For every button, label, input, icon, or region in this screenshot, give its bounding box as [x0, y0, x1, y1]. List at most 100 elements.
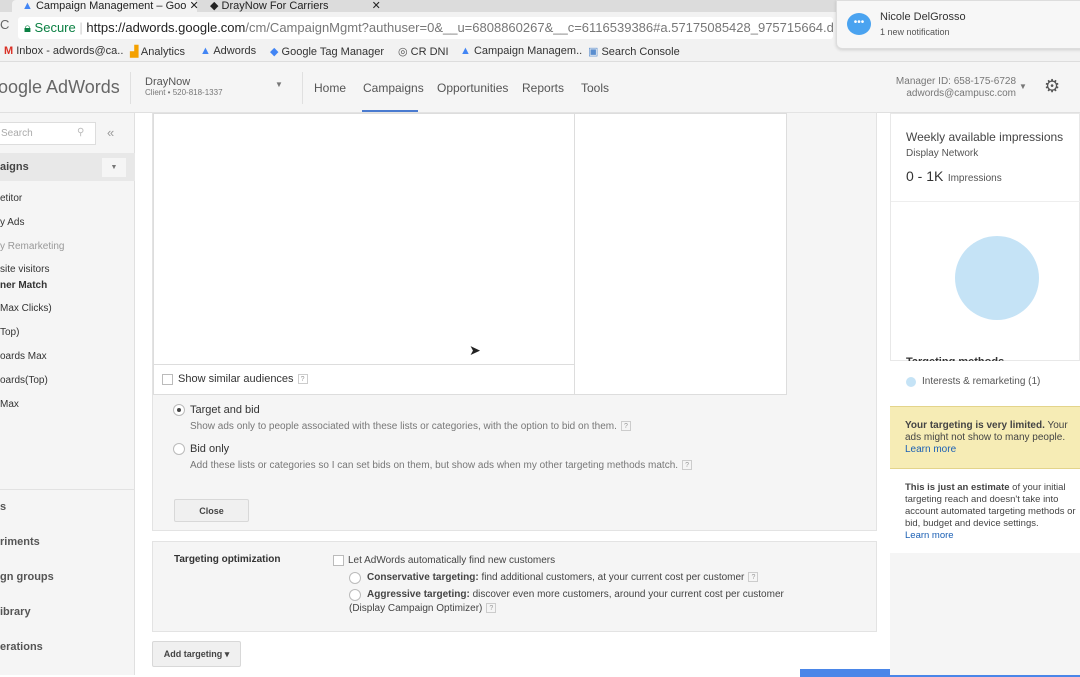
- chevron-down-icon[interactable]: ▼: [102, 158, 126, 177]
- learn-more-link[interactable]: Learn more: [905, 444, 956, 455]
- messages-icon: •••: [847, 13, 871, 35]
- tab-label: Campaign Management – Goo: [35, 0, 187, 12]
- account-email: adwords@campusc.com: [906, 88, 1016, 99]
- sidebar-campaign-item[interactable]: y Remarketing: [0, 241, 64, 252]
- campaigns-section-header[interactable]: aigns ▼: [0, 153, 135, 181]
- tab-draynow[interactable]: ◆ DrayNow For Carriers ✕: [200, 0, 385, 12]
- reload-icon[interactable]: C: [0, 17, 9, 32]
- close-button[interactable]: Close: [174, 499, 249, 522]
- sidebar-campaign-item-active[interactable]: ner Match: [0, 280, 47, 291]
- bookmark-cr-dni[interactable]: ◎ CR DNI: [398, 45, 449, 58]
- sidebar-link-experiments[interactable]: riments: [0, 536, 40, 548]
- bookmark-campaign-management[interactable]: ▲ Campaign Managem..: [460, 45, 582, 57]
- conservative-targeting-label: Conservative targeting: find additional …: [367, 572, 759, 583]
- reach-panel: Weekly available impressions Display Net…: [890, 113, 1080, 675]
- sidebar-campaign-item[interactable]: oards(Top): [0, 375, 48, 386]
- sidebar-campaign-item[interactable]: Top): [0, 327, 19, 338]
- targeting-optimization-panel: Targeting optimization Let AdWords autom…: [152, 541, 877, 632]
- nav-campaigns[interactable]: Campaigns: [363, 81, 424, 95]
- lock-icon: 🔒︎: [24, 20, 31, 35]
- help-icon[interactable]: ?: [297, 374, 308, 385]
- draynow-icon: ◆: [210, 0, 219, 12]
- sidebar-link-library[interactable]: ibrary: [0, 606, 31, 618]
- url-bar[interactable]: 🔒︎ Secure | https://adwords.google.com/c…: [18, 17, 833, 39]
- account-info[interactable]: Manager ID: 658-175-6728 adwords@campusc…: [896, 76, 1016, 100]
- sidebar: Search ⚲ « aigns ▼ etitor y Ads y Remark…: [0, 113, 135, 675]
- target-and-bid-desc: Show ads only to people associated with …: [190, 421, 631, 432]
- adwords-icon: ▲: [22, 0, 33, 12]
- notification-title: Nicole DelGrosso: [880, 11, 966, 23]
- nav-opportunities[interactable]: Opportunities: [437, 81, 508, 95]
- notification-popup[interactable]: ••• Nicole DelGrosso 1 new notification: [836, 0, 1080, 49]
- manager-id: Manager ID: 658-175-6728: [895, 76, 1016, 87]
- selected-audiences-box: [574, 113, 787, 395]
- adwords-header: oogle AdWords DrayNow Client • 520-818-1…: [0, 62, 1080, 113]
- sidebar-campaign-item[interactable]: site visitors: [0, 264, 49, 275]
- sidebar-link[interactable]: s: [0, 501, 6, 513]
- chevron-down-icon: ▼: [275, 80, 283, 89]
- secure-label: Secure: [34, 20, 76, 35]
- notification-subtitle: 1 new notification: [880, 27, 950, 37]
- limited-targeting-warning: Your targeting is very limited. Your ads…: [890, 406, 1080, 469]
- divider: [0, 489, 135, 490]
- nav-reports[interactable]: Reports: [522, 81, 564, 95]
- sidebar-campaign-item[interactable]: y Ads: [0, 217, 24, 228]
- impressions-range: 0 - 1K Impressions: [906, 168, 1002, 184]
- main-content: Show similar audiences? Target and bid S…: [135, 112, 1080, 677]
- show-similar-checkbox[interactable]: [162, 374, 173, 385]
- help-icon[interactable]: ?: [620, 421, 631, 432]
- conservative-targeting-radio[interactable]: [349, 572, 361, 584]
- show-similar-label: Show similar audiences?: [178, 373, 308, 385]
- tab-campaign-management[interactable]: ▲ Campaign Management – Goo ✕: [12, 0, 199, 12]
- account-sub: Client • 520-818-1337: [145, 88, 223, 97]
- nav-tools[interactable]: Tools: [581, 81, 609, 95]
- weekly-impressions-title: Weekly available impressions: [906, 130, 1064, 144]
- sidebar-link-operations[interactable]: erations: [0, 641, 43, 653]
- audience-list-box[interactable]: [153, 113, 575, 365]
- auto-find-customers-checkbox[interactable]: [333, 555, 344, 566]
- chevron-down-icon[interactable]: ▼: [1019, 82, 1027, 91]
- bid-only-label: Bid only: [190, 443, 230, 455]
- bookmark-search-console[interactable]: ▣ Search Console: [588, 45, 680, 58]
- targeting-optimization-title: Targeting optimization: [174, 554, 281, 565]
- aggressive-targeting-radio[interactable]: [349, 589, 361, 601]
- sidebar-campaign-item[interactable]: Max: [0, 399, 19, 410]
- reach-circle: [955, 236, 1039, 320]
- sidebar-campaign-item[interactable]: Max Clicks): [0, 303, 52, 314]
- auto-find-customers-label: Let AdWords automatically find new custo…: [348, 555, 556, 566]
- sidebar-search-input[interactable]: Search ⚲: [0, 122, 96, 145]
- bid-only-radio[interactable]: [173, 443, 185, 455]
- help-icon[interactable]: ?: [748, 572, 759, 583]
- sidebar-campaign-item[interactable]: oards Max: [0, 351, 47, 362]
- bookmark-adwords[interactable]: ▲ Adwords: [200, 45, 256, 57]
- mouse-cursor-icon: ➤: [469, 342, 481, 358]
- sidebar-campaign-item[interactable]: etitor: [0, 193, 22, 204]
- gear-icon[interactable]: ⚙: [1044, 76, 1060, 97]
- learn-more-link[interactable]: Learn more: [905, 530, 954, 541]
- targeting-method-item: Interests & remarketing (1): [922, 376, 1041, 387]
- adwords-logo[interactable]: oogle AdWords: [0, 77, 120, 98]
- target-and-bid-radio[interactable]: [173, 404, 185, 416]
- bid-only-desc: Add these lists or categories so I can s…: [190, 460, 693, 471]
- account-name: DrayNow: [145, 76, 191, 88]
- bookmark-inbox[interactable]: M Inbox - adwords@ca..: [4, 45, 123, 57]
- sidebar-link-campaign-groups[interactable]: gn groups: [0, 571, 54, 583]
- network-label: Display Network: [906, 148, 979, 159]
- audience-panel: Show similar audiences? Target and bid S…: [152, 112, 877, 531]
- collapse-sidebar-button[interactable]: «: [107, 125, 114, 140]
- nav-home[interactable]: Home: [314, 81, 346, 95]
- add-targeting-button[interactable]: Add targeting ▾: [152, 641, 241, 667]
- legend-dot: [906, 377, 916, 387]
- section-label: aigns: [0, 161, 29, 173]
- aggressive-targeting-label: Aggressive targeting: discover even more…: [367, 589, 784, 600]
- search-placeholder: Search: [1, 128, 33, 139]
- tab-label: DrayNow For Carriers: [221, 0, 329, 12]
- aggressive-targeting-label-cont: (Display Campaign Optimizer)?: [349, 603, 497, 614]
- account-selector[interactable]: DrayNow Client • 520-818-1337 ▼: [145, 76, 290, 100]
- help-icon[interactable]: ?: [486, 603, 497, 614]
- help-icon[interactable]: ?: [682, 460, 693, 471]
- url-path: /cm/CampaignMgmt?authuser=0&__u=68088602…: [245, 20, 833, 35]
- bookmark-analytics[interactable]: ▟ Analytics: [130, 45, 185, 58]
- bookmark-tag-manager[interactable]: ◆ Google Tag Manager: [270, 45, 384, 58]
- search-icon: ⚲: [77, 127, 85, 138]
